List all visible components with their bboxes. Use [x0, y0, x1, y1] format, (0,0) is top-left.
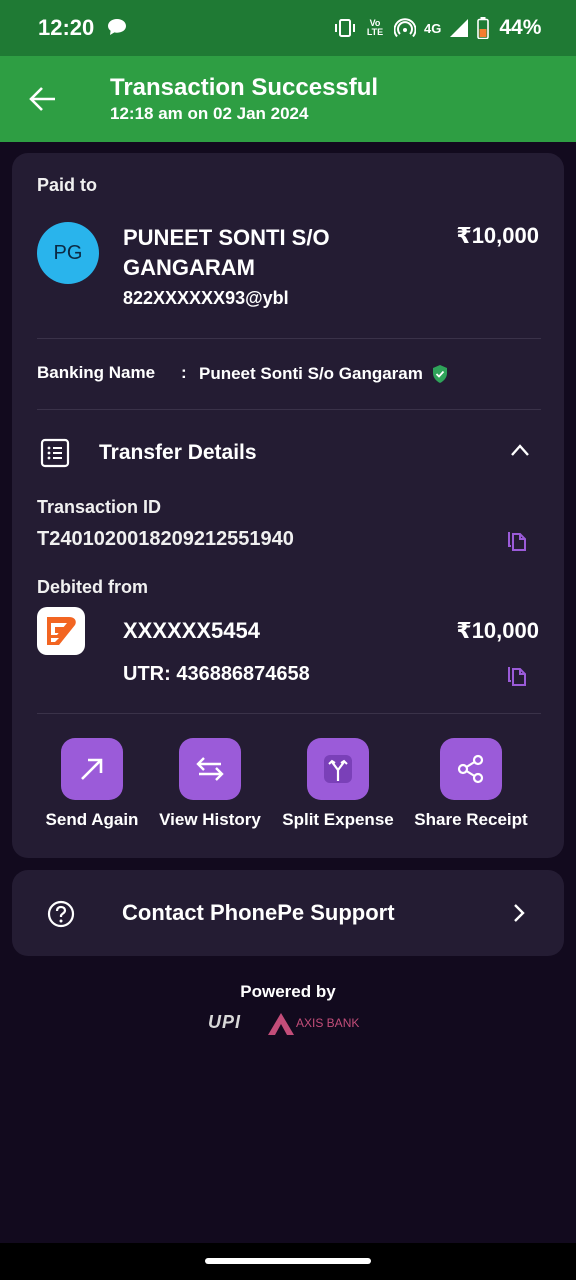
hotspot-icon	[394, 18, 416, 38]
utr-number: UTR: 436886874658	[123, 663, 310, 685]
upi-logo: UPI	[208, 1012, 242, 1032]
divider	[37, 409, 541, 410]
chat-notification-icon	[108, 19, 126, 35]
paid-to-label: Paid to	[37, 175, 98, 195]
transaction-card: Paid to PG PUNEET SONTI S/O GANGARAM ₹10…	[12, 153, 564, 858]
back-arrow-icon[interactable]	[28, 84, 58, 114]
axis-bank-logo-mark	[268, 1013, 294, 1035]
signal-icon	[450, 19, 469, 37]
banking-name-separator: :	[181, 363, 187, 382]
payee-upi-id: 822XXXXXX93@ybl	[123, 288, 289, 308]
banking-name-label: Banking Name	[37, 363, 156, 382]
divider	[37, 713, 541, 714]
transaction-id-label: Transaction ID	[37, 497, 162, 517]
contact-support-row[interactable]: Contact PhonePe Support	[12, 870, 564, 956]
swap-arrows-icon	[196, 757, 224, 781]
arrow-up-right-icon	[81, 758, 103, 780]
chevron-right-icon	[514, 904, 525, 922]
view-history-label: View History	[159, 810, 261, 829]
split-expense-icon-button[interactable]	[307, 738, 369, 800]
banking-name-value: Puneet Sonti S/o Gangaram	[199, 364, 423, 383]
powered-by-label: Powered by	[240, 982, 336, 1001]
payee-name: PUNEET SONTI S/O GANGARAM	[123, 225, 330, 280]
transaction-id-value: T2401020018209212551940	[37, 528, 294, 550]
transaction-timestamp: 12:18 am on 02 Jan 2024	[110, 104, 309, 123]
split-expense-button[interactable]: Split Expense	[268, 738, 408, 830]
verified-shield-icon	[433, 365, 447, 383]
bank-of-baroda-logo	[37, 607, 85, 655]
send-again-icon-button[interactable]	[61, 738, 123, 800]
chevron-up-icon[interactable]	[510, 443, 530, 457]
app-header: Transaction Successful 12:18 am on 02 Ja…	[0, 56, 576, 142]
copy-icon[interactable]	[506, 528, 528, 552]
split-icon	[324, 755, 352, 783]
status-bar: 12:20 Vo LTE 4G 44%	[0, 0, 576, 56]
share-receipt-icon-button[interactable]	[440, 738, 502, 800]
battery-icon	[477, 17, 490, 39]
home-gesture-handle[interactable]	[205, 1258, 371, 1264]
system-nav-bar	[0, 1243, 576, 1280]
volte-indicator: Vo LTE	[366, 18, 384, 37]
network-type: 4G	[424, 20, 442, 36]
transfer-details-title[interactable]: Transfer Details	[99, 441, 257, 465]
contact-support-label[interactable]: Contact PhonePe Support	[122, 900, 395, 926]
divider	[37, 338, 541, 339]
view-history-button[interactable]: View History	[140, 738, 280, 830]
axis-bank-logo: AXIS BANK	[296, 1016, 360, 1030]
receipt-list-icon	[40, 438, 70, 468]
debit-amount: ₹10,000	[456, 618, 539, 643]
debit-account-number: XXXXXX5454	[123, 618, 260, 643]
status-icons: Vo LTE 4G 44%	[334, 16, 541, 40]
vibrate-icon	[335, 19, 355, 37]
page-title: Transaction Successful	[110, 74, 379, 101]
debited-from-label: Debited from	[37, 577, 149, 597]
share-icon	[457, 754, 484, 784]
avatar: PG	[37, 222, 99, 284]
share-receipt-button[interactable]: Share Receipt	[401, 738, 541, 830]
help-circle-icon	[47, 900, 75, 928]
split-expense-label: Split Expense	[282, 810, 394, 829]
payee-amount: ₹10,000	[456, 223, 539, 248]
copy-icon[interactable]	[506, 663, 528, 687]
share-receipt-label: Share Receipt	[414, 810, 528, 829]
status-time: 12:20	[38, 15, 95, 40]
view-history-icon-button[interactable]	[179, 738, 241, 800]
battery-percent: 44%	[499, 16, 542, 39]
partner-logos: UPI AXIS BANK	[208, 1012, 368, 1036]
